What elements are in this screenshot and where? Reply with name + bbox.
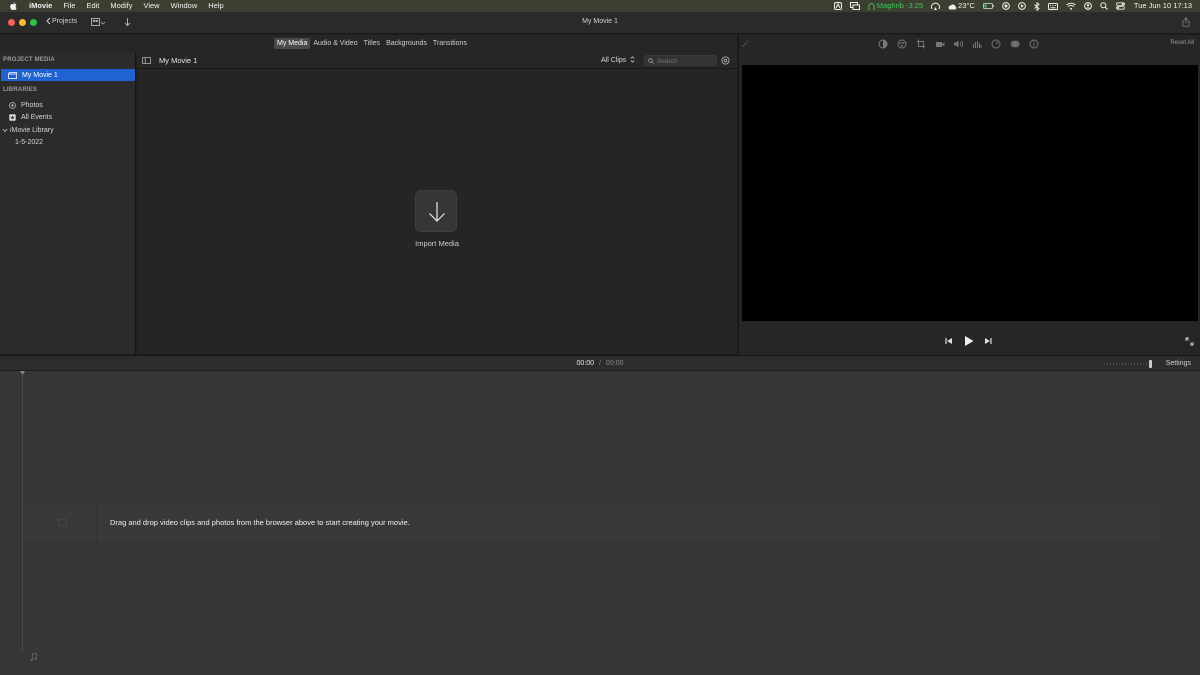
- total-time: 00:00: [605, 360, 624, 367]
- tab-my-media[interactable]: My Media: [274, 38, 311, 49]
- sidebar-item-label: All Events: [21, 113, 53, 121]
- sidebar-item-label: iMovie Library: [10, 126, 54, 134]
- project-clapper-icon: [8, 71, 17, 79]
- fullscreen-icon[interactable]: [1185, 337, 1194, 346]
- media-browser: My Movie 1 All Clips Import Media: [137, 52, 737, 354]
- star-icon: [9, 113, 16, 121]
- window-title: My Movie 1: [582, 18, 618, 25]
- tab-audio-video[interactable]: Audio & Video: [310, 38, 360, 49]
- timeline-toolbar: 00:00 / 00:00 Settings: [0, 355, 1200, 371]
- project-media-header: PROJECT MEDIA: [3, 57, 55, 63]
- drop-zone-divider: [898, 502, 899, 544]
- record-icon[interactable]: [1001, 2, 1010, 10]
- window-title-bar: Projects My Movie 1: [0, 12, 1200, 34]
- media-tab-bar: My Media Audio & Video Titles Background…: [0, 35, 737, 52]
- drop-zone-divider: [1130, 502, 1131, 544]
- up-down-chevron-icon: [630, 56, 635, 63]
- apple-menu-icon[interactable]: [10, 2, 17, 10]
- video-viewer-screen[interactable]: [742, 65, 1198, 321]
- sidebar-item-all-events[interactable]: All Events: [9, 111, 52, 123]
- sidebar-item-photos[interactable]: Photos: [9, 99, 43, 111]
- weather-text: 23°C: [958, 1, 975, 10]
- volume-icon[interactable]: [953, 39, 964, 49]
- screen-share-icon[interactable]: [849, 2, 860, 10]
- tab-titles[interactable]: Titles: [361, 38, 383, 49]
- magic-wand-icon[interactable]: [741, 39, 750, 48]
- import-media-button[interactable]: [415, 190, 457, 232]
- play-status-icon[interactable]: [1017, 2, 1026, 10]
- keyboard-icon[interactable]: [1047, 2, 1058, 10]
- adjustment-toolbar: Reset All: [739, 35, 1200, 54]
- browser-title: My Movie 1: [159, 56, 198, 65]
- user-icon[interactable]: [1083, 2, 1092, 10]
- crop-icon[interactable]: [916, 39, 926, 49]
- browser-settings-gear-icon[interactable]: [721, 56, 730, 65]
- viewer-panel: Reset All: [738, 35, 1200, 355]
- menu-view[interactable]: Window: [171, 0, 198, 12]
- search-input[interactable]: [657, 57, 715, 65]
- sidebar-item-label: Photos: [21, 101, 43, 109]
- menu-bar: iMovie File Edit Modify View Window Help…: [0, 0, 1200, 12]
- all-clips-label: All Clips: [601, 57, 627, 64]
- menu-file[interactable]: File: [63, 0, 75, 12]
- timeline-area[interactable]: Drag and drop video clips and photos fro…: [0, 371, 1200, 675]
- search-box[interactable]: [644, 55, 717, 66]
- sidebar-item-my-movie-1[interactable]: My Movie 1: [1, 69, 135, 81]
- tab-backgrounds[interactable]: Backgrounds: [383, 38, 430, 49]
- down-arrow-icon: [429, 202, 445, 222]
- sidebar-item-label: 1-5-2022: [15, 138, 44, 146]
- toggle-sidebar-icon[interactable]: [142, 57, 151, 64]
- import-media-label: Import Media: [415, 239, 459, 248]
- sidebar-item-label: My Movie 1: [22, 71, 58, 79]
- photos-icon: [9, 101, 16, 109]
- clip-size-slider[interactable]: [1103, 359, 1155, 369]
- drop-zone-divider: [96, 502, 97, 544]
- bluetooth-icon[interactable]: [1034, 1, 1040, 11]
- libraries-header: LIBRARIES: [3, 87, 38, 93]
- music-note-icon[interactable]: [30, 653, 37, 661]
- stabilization-camera-icon[interactable]: [935, 39, 945, 49]
- noise-reduction-eq-icon[interactable]: [972, 39, 982, 49]
- skip-forward-icon[interactable]: [984, 337, 992, 345]
- menu-edit[interactable]: Edit: [86, 0, 99, 12]
- share-icon[interactable]: [1182, 17, 1190, 27]
- menu-mark[interactable]: Modify: [110, 0, 132, 12]
- timeline-drop-message: Drag and drop video clips and photos fro…: [110, 518, 410, 527]
- all-clips-filter[interactable]: All Clips: [601, 56, 635, 64]
- reset-all-button[interactable]: Reset All: [1170, 40, 1194, 46]
- weather-status[interactable]: 23°C: [948, 0, 975, 12]
- time-separator: /: [599, 360, 601, 367]
- menu-window[interactable]: Help: [208, 0, 223, 12]
- menu-imovie[interactable]: iMovie: [29, 0, 52, 12]
- menu-modify[interactable]: View: [143, 0, 159, 12]
- browser-header: My Movie 1 All Clips: [137, 52, 737, 69]
- timeline-settings-button[interactable]: Settings: [1166, 360, 1191, 367]
- airplay-icon[interactable]: [931, 2, 941, 10]
- app-status-icon[interactable]: [833, 2, 842, 10]
- prayer-time-status[interactable]: Maghrib -3:25: [868, 0, 923, 12]
- film-clip-icon: [58, 519, 67, 526]
- sidebar-item-imovie-library[interactable]: iMovie Library: [2, 124, 54, 136]
- play-button-icon[interactable]: [964, 335, 974, 347]
- current-time: 00:00: [576, 360, 595, 367]
- timecode-display: 00:00 / 00:00: [0, 360, 1200, 367]
- clip-filter-icon[interactable]: [1010, 39, 1020, 49]
- playhead-marker[interactable]: [20, 371, 25, 651]
- speed-gauge-icon[interactable]: [991, 39, 1001, 49]
- control-center-icon[interactable]: [1115, 2, 1125, 10]
- color-correction-icon[interactable]: [897, 39, 907, 49]
- wifi-icon[interactable]: [1066, 2, 1076, 10]
- chevron-down-icon: [2, 128, 8, 132]
- sidebar-item-event-1-5-2022[interactable]: 1-5-2022: [15, 136, 43, 148]
- clock-datetime[interactable]: Tue Jun 10 17:13: [1134, 0, 1192, 12]
- spotlight-search-icon[interactable]: [1100, 2, 1108, 10]
- libraries-sidebar: PROJECT MEDIA My Movie 1 LIBRARIES Photo…: [0, 52, 136, 354]
- battery-icon[interactable]: [982, 3, 994, 9]
- tab-transitions[interactable]: Transitions: [430, 38, 470, 49]
- prayer-time-text: Maghrib -3:25: [876, 1, 924, 10]
- search-icon: [648, 58, 654, 64]
- color-balance-icon[interactable]: [878, 39, 888, 49]
- info-icon[interactable]: [1029, 39, 1039, 49]
- skip-back-icon[interactable]: [945, 337, 953, 345]
